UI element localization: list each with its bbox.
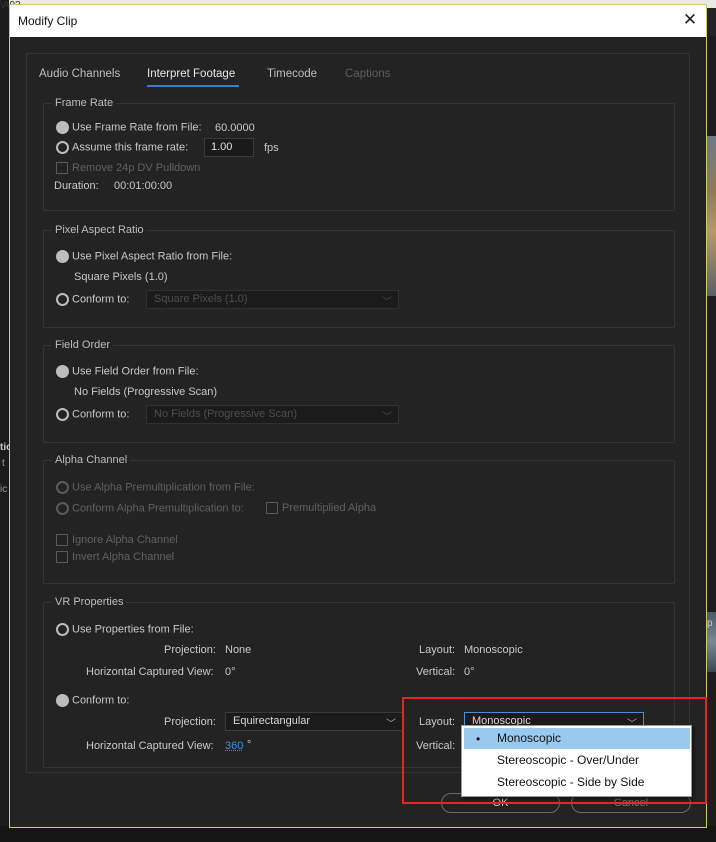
dialog-title: Modify Clip	[18, 14, 78, 28]
group-title: VR Properties	[52, 596, 127, 608]
duration-value: 00:01:00:00	[114, 180, 173, 192]
active-tab-indicator	[147, 85, 239, 87]
chevron-down-icon: ﹀	[382, 412, 392, 423]
checkbox[interactable]	[56, 162, 68, 175]
projection-file-value: None	[225, 644, 252, 656]
conform-field-order-select[interactable]: No Fields (Progressive Scan) ﹀	[146, 405, 399, 424]
option-label: Conform to:	[72, 293, 130, 306]
select-value: Square Pixels (1.0)	[154, 293, 248, 305]
premultiplied-alpha-checkbox[interactable]: Premultiplied Alpha	[266, 502, 377, 515]
projection-select[interactable]: Equirectangular ﹀	[225, 712, 403, 731]
file-frame-rate-value: 60.0000	[215, 122, 255, 134]
checkbox-label: Premultiplied Alpha	[282, 502, 377, 514]
radio-button[interactable]	[56, 365, 69, 378]
duration-label: Duration:	[54, 180, 99, 192]
assume-frame-rate-option[interactable]: Assume this frame rate:	[56, 141, 188, 154]
group-title: Alpha Channel	[52, 454, 131, 466]
projection-label: Projection:	[164, 716, 216, 728]
use-field-order-from-file-option[interactable]: Use Field Order from File:	[56, 365, 199, 378]
radio-button[interactable]	[56, 121, 69, 134]
alpha-channel-group: Alpha Channel Use Alpha Premultiplicatio…	[43, 454, 675, 584]
layout-file-value: Monoscopic	[464, 644, 523, 656]
background-text-fragment: ic	[0, 484, 8, 495]
chevron-down-icon: ﹀	[386, 719, 396, 730]
option-label: Conform Alpha Premultiplication to:	[72, 502, 244, 515]
checkbox[interactable]	[56, 551, 68, 564]
remove-pulldown-checkbox[interactable]: Remove 24p DV Pulldown	[56, 162, 201, 175]
pixel-aspect-ratio-group: Pixel Aspect Ratio Use Pixel Aspect Rati…	[43, 224, 675, 328]
option-label: Use Alpha Premultiplication from File:	[72, 481, 255, 494]
checkbox[interactable]	[56, 534, 68, 547]
ignore-alpha-checkbox[interactable]: Ignore Alpha Channel	[56, 534, 178, 547]
checkbox-label: Remove 24p DV Pulldown	[72, 162, 201, 174]
degree-unit: °	[247, 739, 252, 751]
invert-alpha-checkbox[interactable]: Invert Alpha Channel	[56, 551, 175, 564]
background-text-fragment: p	[707, 618, 713, 629]
title-bar: Modify Clip ✕	[10, 5, 706, 37]
checkbox-label: Invert Alpha Channel	[72, 551, 175, 563]
use-par-from-file-option[interactable]: Use Pixel Aspect Ratio from File:	[56, 250, 232, 263]
conform-field-order-option[interactable]: Conform to:	[56, 408, 129, 421]
option-label: Conform to:	[72, 408, 130, 421]
close-icon[interactable]: ✕	[680, 10, 700, 30]
annotation-highlight-box	[402, 697, 707, 804]
group-title: Frame Rate	[52, 97, 117, 109]
radio-button[interactable]	[56, 694, 69, 707]
hcv-file-value: 0°	[225, 666, 236, 678]
vertical-label: Vertical:	[416, 666, 456, 678]
option-label: Use Properties from File:	[72, 623, 194, 636]
option-label: Conform to:	[72, 694, 130, 707]
option-label: Use Pixel Aspect Ratio from File:	[72, 250, 233, 263]
background-app-bottom	[0, 826, 716, 842]
select-value: Equirectangular	[233, 715, 311, 727]
background-thumbnail	[706, 136, 716, 296]
layout-label: Layout:	[419, 644, 456, 656]
background-app-left	[0, 0, 9, 842]
conform-vr-option[interactable]: Conform to:	[56, 694, 129, 707]
select-value: No Fields (Progressive Scan)	[154, 408, 298, 420]
radio-button[interactable]	[56, 141, 69, 154]
tab-interpret-footage[interactable]: Interpret Footage	[147, 68, 235, 80]
dialog-content: Audio Channels Interpret Footage Timecod…	[26, 53, 690, 773]
option-label: Use Frame Rate from File:	[72, 121, 202, 134]
horizontal-captured-view-label: Horizontal Captured View:	[86, 666, 214, 678]
use-vr-from-file-option[interactable]: Use Properties from File:	[56, 623, 194, 636]
tab-captions[interactable]: Captions	[345, 68, 390, 80]
frame-rate-group: Frame Rate Use Frame Rate from File: 60.…	[43, 97, 675, 211]
chevron-down-icon: ﹀	[382, 297, 392, 308]
fps-unit: fps	[264, 142, 279, 154]
use-alpha-premult-option[interactable]: Use Alpha Premultiplication from File:	[56, 481, 255, 494]
radio-button[interactable]	[56, 623, 69, 636]
radio-button[interactable]	[56, 293, 69, 306]
option-label: Assume this frame rate:	[72, 141, 189, 154]
projection-label: Projection:	[164, 644, 216, 656]
checkbox[interactable]	[266, 502, 278, 515]
conform-par-select[interactable]: Square Pixels (1.0) ﹀	[146, 290, 399, 309]
radio-button[interactable]	[56, 250, 69, 263]
background-text-fragment: t	[2, 458, 5, 469]
checkbox-label: Ignore Alpha Channel	[72, 534, 178, 546]
option-label: Use Field Order from File:	[72, 365, 199, 378]
radio-button[interactable]	[56, 408, 69, 421]
field-order-group: Field Order Use Field Order from File: N…	[43, 339, 675, 443]
tab-timecode[interactable]: Timecode	[267, 68, 317, 80]
radio-button[interactable]	[56, 502, 69, 515]
conform-alpha-premult-option[interactable]: Conform Alpha Premultiplication to:	[56, 502, 244, 515]
hcv-scrubbable-value[interactable]: 360	[225, 740, 243, 752]
radio-button[interactable]	[56, 481, 69, 494]
tab-audio-channels[interactable]: Audio Channels	[39, 68, 120, 80]
horizontal-captured-view-label: Horizontal Captured View:	[86, 740, 214, 752]
conform-par-option[interactable]: Conform to:	[56, 293, 129, 306]
use-frame-rate-from-file-option[interactable]: Use Frame Rate from File:	[56, 121, 202, 134]
vertical-file-value: 0°	[464, 666, 475, 678]
group-title: Field Order	[52, 339, 114, 351]
frame-rate-input[interactable]: 1.00	[204, 138, 254, 157]
file-field-order-value: No Fields (Progressive Scan)	[74, 386, 218, 398]
file-par-value: Square Pixels (1.0)	[74, 271, 168, 283]
group-title: Pixel Aspect Ratio	[52, 224, 147, 236]
